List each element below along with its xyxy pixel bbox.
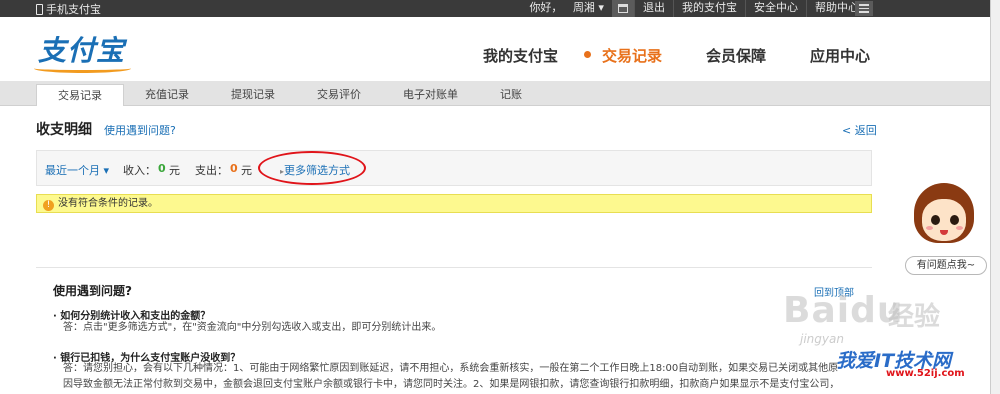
notice-text: 没有符合条件的记录。 [58, 198, 158, 209]
logout-link[interactable]: 退出 [633, 0, 673, 17]
list-menu-icon[interactable] [855, 1, 873, 16]
jingyan-sub-watermark: jingyan [800, 332, 844, 346]
my-alipay-link[interactable]: 我的支付宝 [672, 0, 745, 17]
tab-transactions[interactable]: 交易记录 [36, 84, 124, 106]
phone-icon [36, 3, 43, 15]
top-bar: 手机支付宝 你好， 周湘 ▾ 退出 我的支付宝 安全中心 帮助中心 ▾ [0, 0, 1000, 17]
expense-unit: 元 [241, 164, 252, 177]
nav-app-center[interactable]: 应用中心 [810, 45, 870, 66]
nav-transactions[interactable]: 交易记录 [583, 45, 662, 66]
empty-notice: ! 没有符合条件的记录。 [36, 194, 872, 213]
user-name[interactable]: 周湘 [573, 1, 595, 14]
baidu-watermark: Baidu [783, 290, 904, 331]
jingyan-watermark: 经验 [888, 302, 941, 332]
mobile-alipay-label: 手机支付宝 [46, 3, 101, 16]
help-link[interactable]: 使用遇到问题? [104, 122, 176, 138]
main-nav: 我的支付宝 交易记录 会员保障 应用中心 [483, 45, 870, 66]
income-unit: 元 [169, 164, 180, 177]
tab-recharge[interactable]: 充值记录 [124, 84, 210, 105]
back-link[interactable]: < 返回 [842, 122, 877, 138]
period-dropdown[interactable]: 最近一个月 ▾ [45, 162, 109, 178]
site-url-watermark: www.52ij.com [886, 368, 965, 379]
tab-bookkeeping[interactable]: 记账 [479, 84, 543, 105]
nav-my-alipay[interactable]: 我的支付宝 [483, 45, 558, 66]
help-title: 使用遇到问题? [53, 284, 132, 298]
tab-statement[interactable]: 电子对账单 [382, 84, 479, 105]
scrollbar[interactable] [990, 0, 1000, 394]
help-divider [36, 267, 872, 268]
expense-value: 0 [230, 162, 238, 175]
header: 支付宝 我的支付宝 交易记录 会员保障 应用中心 [0, 17, 990, 81]
home-icon[interactable] [611, 0, 634, 17]
page-title: 收支明细 [36, 122, 92, 138]
tab-reviews[interactable]: 交易评价 [296, 84, 382, 105]
income-label: 收入： [123, 164, 156, 177]
alipay-logo[interactable]: 支付宝 [33, 29, 132, 73]
mobile-alipay-link[interactable]: 手机支付宝 [36, 1, 101, 17]
highlight-annotation [258, 151, 366, 185]
faq-answer: 答：点击"更多筛选方式"，在"资金流向"中分别勾选收入或支出，即可分别统计出来。 [63, 322, 442, 333]
help-bubble-button[interactable]: 有问题点我~ [905, 256, 987, 275]
mascot-avatar[interactable] [910, 183, 978, 251]
sub-nav: 交易记录 充值记录 提现记录 交易评价 电子对账单 记账 [0, 81, 990, 106]
nav-member-protection[interactable]: 会员保障 [706, 45, 766, 66]
income-value: 0 [158, 162, 166, 175]
faq-answer: 答：请您别担心，会有以下几种情况：1、可能由于网络繁忙原因到账延迟，请不用担心，… [63, 363, 840, 390]
security-center-link[interactable]: 安全中心 [744, 0, 806, 17]
tab-withdraw[interactable]: 提现记录 [210, 84, 296, 105]
greeting: 你好， 周湘 ▾ [529, 1, 604, 14]
top-bar-right: 你好， 周湘 ▾ 退出 我的支付宝 安全中心 帮助中心 ▾ [521, 0, 876, 17]
warning-icon: ! [43, 200, 54, 211]
filter-bar: 最近一个月 ▾ 收入： 0 元 支出： 0 元 ▸更多筛选方式 [36, 150, 872, 186]
expense-label: 支出： [195, 164, 228, 177]
alipay-page: 手机支付宝 你好， 周湘 ▾ 退出 我的支付宝 安全中心 帮助中心 ▾ 支付宝 … [0, 0, 1000, 394]
